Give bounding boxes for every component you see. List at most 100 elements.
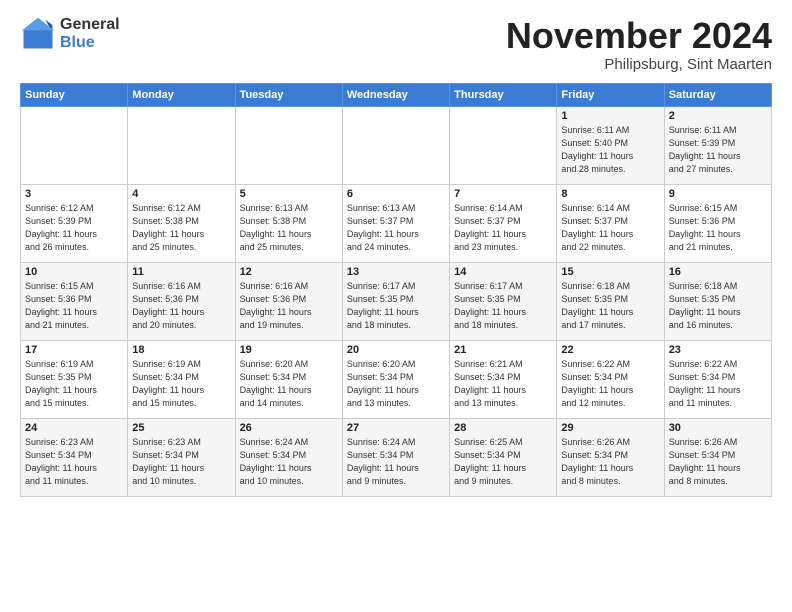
- calendar-cell: 2Sunrise: 6:11 AM Sunset: 5:39 PM Daylig…: [664, 106, 771, 184]
- weekday-header-monday: Monday: [128, 83, 235, 106]
- day-info: Sunrise: 6:24 AM Sunset: 5:34 PM Dayligh…: [347, 436, 445, 488]
- calendar-cell: 13Sunrise: 6:17 AM Sunset: 5:35 PM Dayli…: [342, 262, 449, 340]
- weekday-header-tuesday: Tuesday: [235, 83, 342, 106]
- logo-blue-text: Blue: [60, 34, 120, 52]
- day-info: Sunrise: 6:18 AM Sunset: 5:35 PM Dayligh…: [669, 280, 767, 332]
- day-number: 8: [561, 188, 659, 200]
- logo-text: General Blue: [60, 16, 120, 51]
- day-number: 11: [132, 266, 230, 278]
- weekday-header-thursday: Thursday: [450, 83, 557, 106]
- day-number: 26: [240, 422, 338, 434]
- day-info: Sunrise: 6:11 AM Sunset: 5:40 PM Dayligh…: [561, 124, 659, 176]
- calendar-cell: [342, 106, 449, 184]
- day-number: 29: [561, 422, 659, 434]
- calendar-cell: 28 Sunrise: 6:25 AM Sunset: 5:34 PM Dayli…: [450, 418, 557, 496]
- day-number: 14: [454, 266, 552, 278]
- calendar-cell: 12 Sunrise: 6:16 AM Sunset: 5:36 PM Dayli…: [235, 262, 342, 340]
- day-info: Sunrise: 6:13 AM Sunset: 5:38 PM Dayligh…: [240, 202, 338, 254]
- title-block: November 2024 Philipsburg, Sint Maarten: [506, 16, 772, 73]
- calendar-cell: 9Sunrise: 6:15 AM Sunset: 5:36 PM Daylig…: [664, 184, 771, 262]
- day-number: 6: [347, 188, 445, 200]
- day-number: 10: [25, 266, 123, 278]
- day-info: Sunrise: 6:21 AM Sunset: 5:34 PM Dayligh…: [454, 358, 552, 410]
- day-info: Sunrise: 6:14 AM Sunset: 5:37 PM Dayligh…: [454, 202, 552, 254]
- calendar-cell: 21 Sunrise: 6:21 AM Sunset: 5:34 PM Dayli…: [450, 340, 557, 418]
- calendar-cell: 24 Sunrise: 6:23 AM Sunset: 5:34 PM Dayli…: [21, 418, 128, 496]
- header: General Blue November 2024 Philipsburg, …: [20, 16, 772, 73]
- day-number: 20: [347, 344, 445, 356]
- calendar-cell: 18Sunrise: 6:19 AM Sunset: 5:34 PM Dayli…: [128, 340, 235, 418]
- calendar-cell: 5 Sunrise: 6:13 AM Sunset: 5:38 PM Daylig…: [235, 184, 342, 262]
- day-info: Sunrise: 6:19 AM Sunset: 5:35 PM Dayligh…: [25, 358, 123, 410]
- calendar-cell: 19Sunrise: 6:20 AM Sunset: 5:34 PM Dayli…: [235, 340, 342, 418]
- day-info: Sunrise: 6:13 AM Sunset: 5:37 PM Dayligh…: [347, 202, 445, 254]
- day-number: 13: [347, 266, 445, 278]
- calendar-week-row: 17Sunrise: 6:19 AM Sunset: 5:35 PM Dayli…: [21, 340, 772, 418]
- day-info: Sunrise: 6:22 AM Sunset: 5:34 PM Dayligh…: [669, 358, 767, 410]
- calendar-cell: 14Sunrise: 6:17 AM Sunset: 5:35 PM Dayli…: [450, 262, 557, 340]
- day-info: Sunrise: 6:20 AM Sunset: 5:34 PM Dayligh…: [347, 358, 445, 410]
- logo-general-text: General: [60, 16, 120, 34]
- calendar-cell: 30 Sunrise: 6:26 AM Sunset: 5:34 PM Dayli…: [664, 418, 771, 496]
- location-subtitle: Philipsburg, Sint Maarten: [506, 56, 772, 73]
- calendar-cell: 11 Sunrise: 6:16 AM Sunset: 5:36 PM Dayli…: [128, 262, 235, 340]
- day-number: 15: [561, 266, 659, 278]
- day-number: 23: [669, 344, 767, 356]
- calendar-cell: 29 Sunrise: 6:26 AM Sunset: 5:34 PM Dayli…: [557, 418, 664, 496]
- day-info: Sunrise: 6:12 AM Sunset: 5:39 PM Dayligh…: [25, 202, 123, 254]
- day-info: Sunrise: 6:26 AM Sunset: 5:34 PM Dayligh…: [669, 436, 767, 488]
- calendar-cell: [128, 106, 235, 184]
- month-title: November 2024: [506, 16, 772, 56]
- calendar-week-row: 24 Sunrise: 6:23 AM Sunset: 5:34 PM Dayli…: [21, 418, 772, 496]
- calendar-cell: 6 Sunrise: 6:13 AM Sunset: 5:37 PM Daylig…: [342, 184, 449, 262]
- weekday-header-friday: Friday: [557, 83, 664, 106]
- day-info: Sunrise: 6:25 AM Sunset: 5:34 PM Dayligh…: [454, 436, 552, 488]
- calendar-week-row: 10 Sunrise: 6:15 AM Sunset: 5:36 PM Dayli…: [21, 262, 772, 340]
- calendar-cell: 27Sunrise: 6:24 AM Sunset: 5:34 PM Dayli…: [342, 418, 449, 496]
- day-info: Sunrise: 6:23 AM Sunset: 5:34 PM Dayligh…: [132, 436, 230, 488]
- calendar-cell: 25Sunrise: 6:23 AM Sunset: 5:34 PM Dayli…: [128, 418, 235, 496]
- logo-icon: [20, 16, 56, 52]
- day-info: Sunrise: 6:16 AM Sunset: 5:36 PM Dayligh…: [132, 280, 230, 332]
- day-number: 1: [561, 110, 659, 122]
- weekday-header-sunday: Sunday: [21, 83, 128, 106]
- day-number: 9: [669, 188, 767, 200]
- calendar-week-row: 1 Sunrise: 6:11 AM Sunset: 5:40 PM Daylig…: [21, 106, 772, 184]
- day-number: 3: [25, 188, 123, 200]
- day-number: 5: [240, 188, 338, 200]
- weekday-header-row: SundayMondayTuesdayWednesdayThursdayFrid…: [21, 83, 772, 106]
- calendar-week-row: 3 Sunrise: 6:12 AM Sunset: 5:39 PM Daylig…: [21, 184, 772, 262]
- calendar-cell: 23 Sunrise: 6:22 AM Sunset: 5:34 PM Dayli…: [664, 340, 771, 418]
- day-number: 21: [454, 344, 552, 356]
- calendar-cell: 1 Sunrise: 6:11 AM Sunset: 5:40 PM Daylig…: [557, 106, 664, 184]
- calendar-cell: [21, 106, 128, 184]
- day-info: Sunrise: 6:12 AM Sunset: 5:38 PM Dayligh…: [132, 202, 230, 254]
- day-info: Sunrise: 6:11 AM Sunset: 5:39 PM Dayligh…: [669, 124, 767, 176]
- weekday-header-wednesday: Wednesday: [342, 83, 449, 106]
- day-number: 22: [561, 344, 659, 356]
- calendar-cell: 20 Sunrise: 6:20 AM Sunset: 5:34 PM Dayli…: [342, 340, 449, 418]
- calendar-cell: 15 Sunrise: 6:18 AM Sunset: 5:35 PM Dayli…: [557, 262, 664, 340]
- day-info: Sunrise: 6:15 AM Sunset: 5:36 PM Dayligh…: [25, 280, 123, 332]
- calendar-cell: 10 Sunrise: 6:15 AM Sunset: 5:36 PM Dayli…: [21, 262, 128, 340]
- day-info: Sunrise: 6:24 AM Sunset: 5:34 PM Dayligh…: [240, 436, 338, 488]
- day-info: Sunrise: 6:16 AM Sunset: 5:36 PM Dayligh…: [240, 280, 338, 332]
- day-info: Sunrise: 6:18 AM Sunset: 5:35 PM Dayligh…: [561, 280, 659, 332]
- day-info: Sunrise: 6:23 AM Sunset: 5:34 PM Dayligh…: [25, 436, 123, 488]
- calendar-cell: 16 Sunrise: 6:18 AM Sunset: 5:35 PM Dayli…: [664, 262, 771, 340]
- day-number: 24: [25, 422, 123, 434]
- calendar-cell: [235, 106, 342, 184]
- day-number: 12: [240, 266, 338, 278]
- day-info: Sunrise: 6:26 AM Sunset: 5:34 PM Dayligh…: [561, 436, 659, 488]
- day-number: 16: [669, 266, 767, 278]
- day-number: 18: [132, 344, 230, 356]
- calendar-cell: 3 Sunrise: 6:12 AM Sunset: 5:39 PM Daylig…: [21, 184, 128, 262]
- page: General Blue November 2024 Philipsburg, …: [0, 0, 792, 507]
- day-number: 30: [669, 422, 767, 434]
- logo: General Blue: [20, 16, 120, 52]
- calendar-cell: [450, 106, 557, 184]
- day-info: Sunrise: 6:14 AM Sunset: 5:37 PM Dayligh…: [561, 202, 659, 254]
- day-number: 28: [454, 422, 552, 434]
- calendar-cell: 7Sunrise: 6:14 AM Sunset: 5:37 PM Daylig…: [450, 184, 557, 262]
- calendar-cell: 8 Sunrise: 6:14 AM Sunset: 5:37 PM Daylig…: [557, 184, 664, 262]
